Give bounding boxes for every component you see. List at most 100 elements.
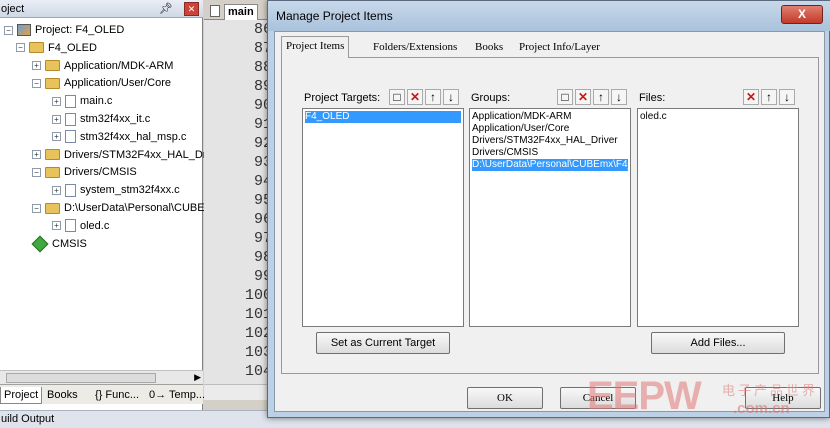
collapse-icon[interactable]: − <box>32 78 41 88</box>
scroll-right-icon[interactable]: ▶ <box>194 372 201 383</box>
file-icon <box>65 219 76 233</box>
expand-icon[interactable]: + <box>52 185 61 195</box>
tab-books[interactable]: Books <box>471 38 507 58</box>
tree-item-label: CMSIS <box>52 237 87 250</box>
tree-item[interactable]: + stm32f4xx_hal_msp.c <box>52 129 186 146</box>
folder-icon <box>45 202 60 214</box>
expand-icon[interactable]: + <box>52 132 61 142</box>
manage-project-items-dialog: Manage Project Items X Project Items Fol… <box>267 0 830 418</box>
editor-tab-main[interactable]: main <box>224 4 258 20</box>
pin-icon[interactable]: 📌︎ <box>159 0 173 18</box>
line-number: 91 <box>253 116 272 133</box>
watermark-domain: .com.cn <box>733 400 790 417</box>
line-number: 96 <box>253 211 272 228</box>
tree-item-label: Application/User/Core <box>64 77 171 90</box>
tree-item-label: main.c <box>80 95 113 108</box>
groups-listbox[interactable]: Application/MDK-ARM Application/User/Cor… <box>469 108 631 327</box>
tree-item[interactable]: − F4_OLED <box>16 40 97 57</box>
set-current-target-button[interactable]: Set as Current Target <box>316 332 450 354</box>
line-number: 103 <box>244 344 272 361</box>
move-down-target-icon[interactable]: ↓ <box>443 89 459 105</box>
add-files-button[interactable]: Add Files... <box>651 332 785 354</box>
expand-icon[interactable]: + <box>52 221 61 231</box>
tree-item-label: Application/MDK-ARM <box>64 59 174 72</box>
component-icon <box>31 235 49 253</box>
line-number: 97 <box>253 230 272 247</box>
file-icon <box>65 130 76 144</box>
line-number: 98 <box>253 249 272 266</box>
list-item[interactable]: Application/MDK-ARM <box>472 111 628 123</box>
collapse-icon[interactable]: − <box>32 203 41 213</box>
folder-icon <box>45 60 60 72</box>
tab-folders-extensions[interactable]: Folders/Extensions <box>369 38 461 58</box>
tree-item-label: stm32f4xx_it.c <box>80 113 151 125</box>
dialog-body: Project Items Folders/Extensions Books P… <box>274 31 825 412</box>
move-up-file-icon[interactable]: ↑ <box>761 89 777 105</box>
editor-scrollbar[interactable] <box>204 384 274 400</box>
collapse-icon[interactable]: − <box>16 43 25 53</box>
tree-item[interactable]: + Drivers/STM32F4xx_HAL_Driv <box>32 147 214 164</box>
expand-icon[interactable]: + <box>32 61 41 71</box>
expand-icon[interactable]: + <box>52 114 61 124</box>
expand-icon[interactable]: + <box>32 150 41 160</box>
list-item[interactable]: Application/User/Core <box>472 123 628 135</box>
list-item[interactable]: F4_OLED <box>305 111 461 123</box>
move-up-target-icon[interactable]: ↑ <box>425 89 441 105</box>
tab-project-info-layer[interactable]: Project Info/Layer <box>515 38 604 58</box>
expand-icon[interactable]: + <box>52 96 61 106</box>
files-listbox[interactable]: oled.c <box>637 108 799 327</box>
tree-item[interactable]: CMSIS <box>31 235 87 253</box>
scrollbar-thumb[interactable] <box>6 373 156 383</box>
list-item[interactable]: Drivers/STM32F4xx_HAL_Driver <box>472 135 628 147</box>
panel-bottom-tabs: Project Books {} Func... 0→ Temp... <box>0 384 205 404</box>
tab-functions[interactable]: {} Func... <box>92 387 142 404</box>
project-panel-header: oject 📌︎ ✕ <box>0 0 203 18</box>
delete-target-icon[interactable]: ✕ <box>407 89 423 105</box>
folder-icon <box>45 77 60 89</box>
horizontal-scrollbar[interactable]: ▶ <box>0 370 203 384</box>
new-target-icon[interactable]: □ <box>389 89 405 105</box>
build-output-label: uild Output <box>1 413 55 425</box>
watermark-subtitle: 电子产品世界 <box>722 384 819 399</box>
tree-item[interactable]: − Project: F4_OLED <box>4 22 124 39</box>
tab-templates[interactable]: 0→ Temp... <box>146 387 208 404</box>
project-items-pane: Project Targets: □ ✕ ↑ ↓ F4_OLED Groups:… <box>281 57 819 374</box>
tree-item[interactable]: + stm32f4xx_it.c <box>52 111 150 128</box>
folder-icon <box>45 149 60 161</box>
tab-project[interactable]: Project <box>0 387 43 404</box>
tab-books[interactable]: Books <box>44 387 81 404</box>
file-icon <box>65 183 76 197</box>
line-number: 89 <box>253 78 272 95</box>
line-number: 92 <box>253 135 272 152</box>
move-up-group-icon[interactable]: ↑ <box>593 89 609 105</box>
tree-item[interactable]: − D:\UserData\Personal\CUBEn <box>32 200 211 217</box>
tree-item[interactable]: − Application/User/Core <box>32 75 171 92</box>
list-item[interactable]: D:\UserData\Personal\CUBEmx\F4_( <box>472 159 628 171</box>
delete-group-icon[interactable]: ✕ <box>575 89 591 105</box>
move-down-group-icon[interactable]: ↓ <box>611 89 627 105</box>
list-item[interactable]: Drivers/CMSIS <box>472 147 628 159</box>
tab-project-items[interactable]: Project Items <box>281 36 350 58</box>
tree-item[interactable]: + system_stm32f4xx.c <box>52 182 180 199</box>
dialog-close-button[interactable]: X <box>781 5 823 24</box>
targets-listbox[interactable]: F4_OLED <box>302 108 464 327</box>
tree-item[interactable]: − Drivers/CMSIS <box>32 164 137 181</box>
tree-item-label: D:\UserData\Personal\CUBEn <box>64 202 211 214</box>
close-panel-icon[interactable]: ✕ <box>184 2 199 16</box>
move-down-file-icon[interactable]: ↓ <box>779 89 795 105</box>
project-panel-title: oject <box>1 3 25 15</box>
new-group-icon[interactable]: □ <box>557 89 573 105</box>
collapse-icon[interactable]: − <box>32 167 41 177</box>
line-number: 88 <box>253 59 272 76</box>
tree-item-label: Drivers/CMSIS <box>64 166 137 179</box>
tree-item[interactable]: + Application/MDK-ARM <box>32 58 173 75</box>
delete-file-icon[interactable]: ✕ <box>743 89 759 105</box>
list-item[interactable]: oled.c <box>640 111 796 123</box>
line-number: 94 <box>253 173 272 190</box>
ok-button[interactable]: OK <box>467 387 543 409</box>
file-icon <box>65 94 76 108</box>
tree-item[interactable]: + main.c <box>52 93 112 110</box>
tree-item[interactable]: + oled.c <box>52 218 109 235</box>
collapse-icon[interactable]: − <box>4 25 13 35</box>
editor-tabbar: main <box>204 0 274 20</box>
